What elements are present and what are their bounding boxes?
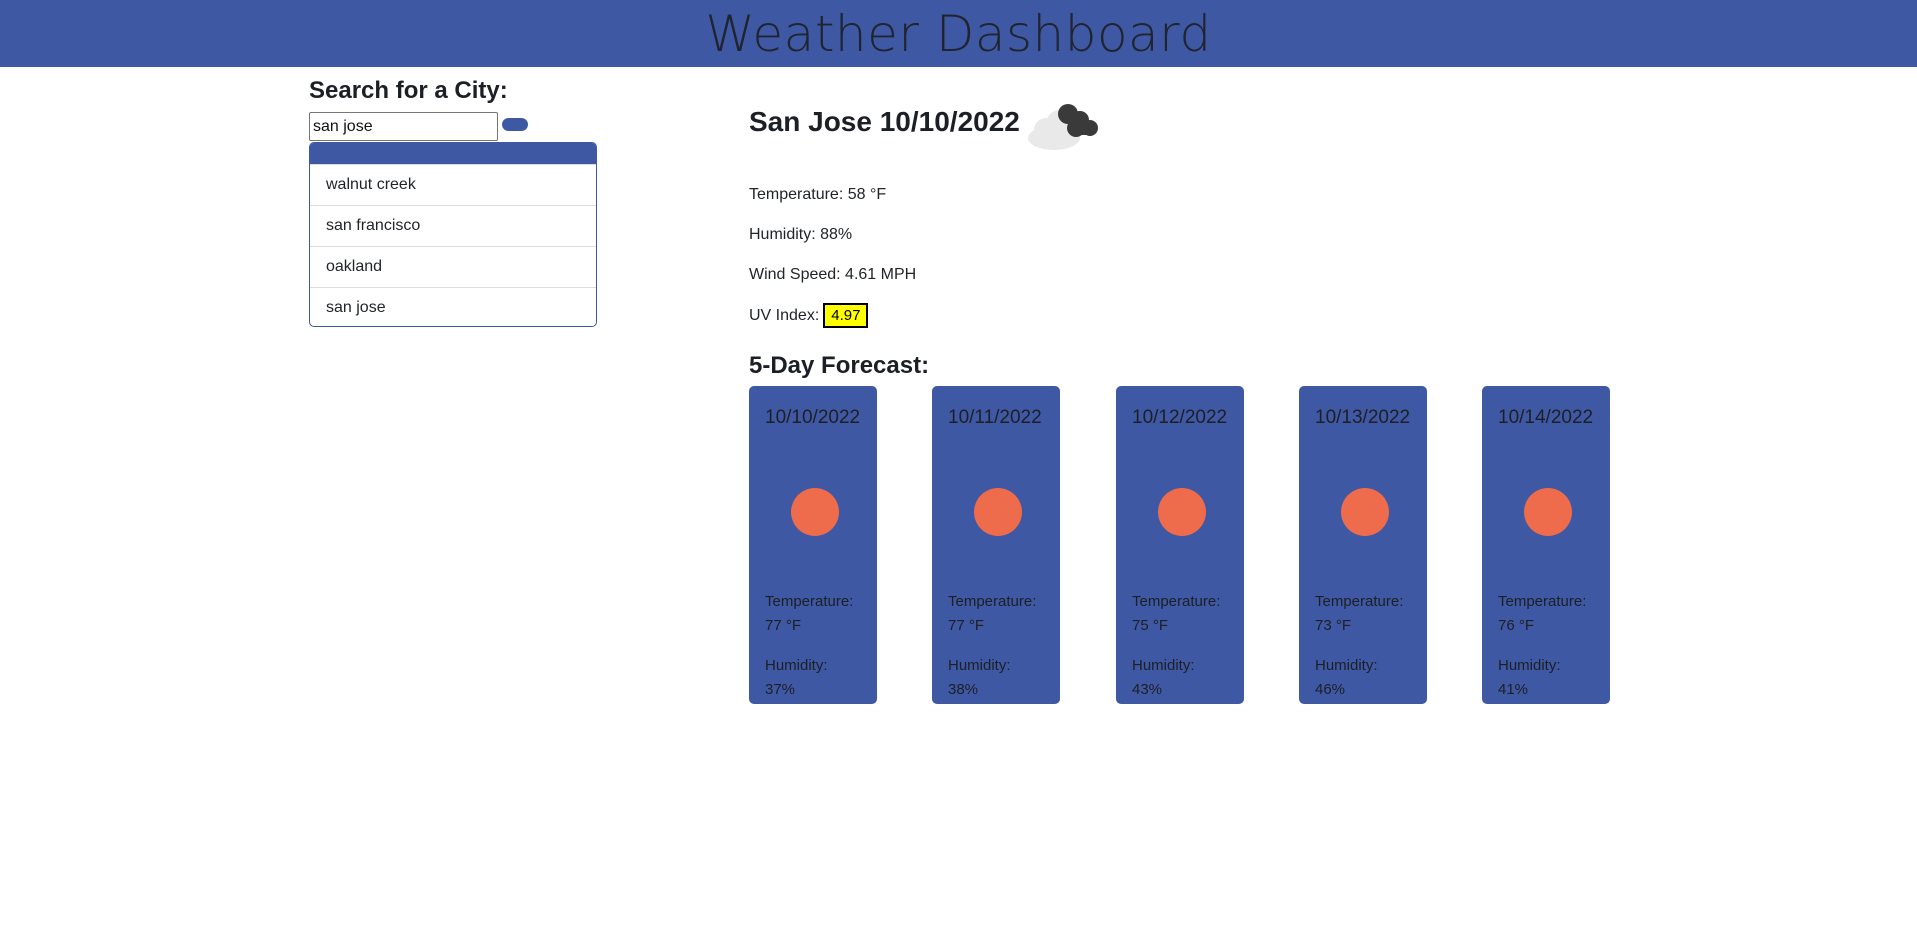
forecast-date: 10/11/2022 bbox=[948, 407, 1042, 428]
current-city-title: San Jose 10/10/2022 bbox=[749, 106, 1020, 137]
forecast-temperature-value: 73 °F bbox=[1315, 617, 1352, 634]
forecast-temperature-label: Temperature: bbox=[1498, 593, 1587, 610]
forecast-card: 10/10/2022 Temperature: 77 °F Humidity: … bbox=[749, 386, 877, 704]
forecast-temperature: Temperature: 76 °F bbox=[1498, 590, 1594, 638]
forecast-temperature: Temperature: 77 °F bbox=[765, 590, 861, 638]
sun-icon bbox=[1341, 488, 1389, 536]
forecast-humidity-label: Humidity: bbox=[1498, 657, 1561, 674]
search-title: Search for a City: bbox=[309, 77, 508, 104]
forecast-date: 10/14/2022 bbox=[1498, 407, 1594, 428]
forecast-temperature-label: Temperature: bbox=[1315, 593, 1404, 610]
sun-icon bbox=[1158, 488, 1206, 536]
uv-index-badge: 4.97 bbox=[823, 303, 869, 328]
forecast-humidity-value: 38% bbox=[948, 681, 979, 698]
sun-icon bbox=[791, 488, 839, 536]
forecast-humidity-label: Humidity: bbox=[1315, 657, 1378, 674]
forecast-humidity: Humidity: 43% bbox=[1132, 654, 1228, 702]
forecast-card: 10/14/2022 Temperature: 76 °F Humidity: … bbox=[1482, 386, 1610, 704]
forecast-temperature-value: 76 °F bbox=[1498, 617, 1535, 634]
forecast-humidity: Humidity: 46% bbox=[1315, 654, 1411, 702]
current-temperature: Temperature: 58 °F bbox=[749, 186, 887, 203]
search-history-header bbox=[310, 143, 596, 164]
forecast-card: 10/11/2022 Temperature: 77 °F Humidity: … bbox=[932, 386, 1060, 704]
history-item-san-francisco[interactable]: san francisco bbox=[310, 205, 596, 246]
forecast-temperature: Temperature: 77 °F bbox=[948, 590, 1044, 638]
forecast-humidity-label: Humidity: bbox=[1132, 657, 1195, 674]
page-title: Weather Dashboard bbox=[705, 4, 1212, 63]
forecast-humidity-label: Humidity: bbox=[765, 657, 828, 674]
forecast-humidity-label: Humidity: bbox=[948, 657, 1011, 674]
current-wind-speed: Wind Speed: 4.61 MPH bbox=[749, 266, 917, 283]
history-item-oakland[interactable]: oakland bbox=[310, 246, 596, 287]
forecast-humidity-value: 46% bbox=[1315, 681, 1346, 698]
forecast-date: 10/12/2022 bbox=[1132, 407, 1228, 428]
forecast-temperature-label: Temperature: bbox=[765, 593, 854, 610]
forecast-date: 10/10/2022 bbox=[765, 407, 861, 428]
history-item-walnut-creek[interactable]: walnut creek bbox=[310, 164, 596, 205]
forecast-humidity-value: 37% bbox=[765, 681, 796, 698]
forecast-temperature-label: Temperature: bbox=[948, 593, 1037, 610]
current-humidity: Humidity: 88% bbox=[749, 226, 853, 243]
current-uv-index: UV Index: 4.97 bbox=[749, 303, 869, 328]
clouds-icon bbox=[1028, 104, 1098, 150]
forecast-temperature-value: 77 °F bbox=[948, 617, 985, 634]
search-button[interactable] bbox=[502, 118, 528, 131]
forecast-title: 5-Day Forecast: bbox=[749, 352, 930, 379]
page-header: Weather Dashboard bbox=[0, 0, 1917, 67]
forecast-humidity: Humidity: 38% bbox=[948, 654, 1044, 702]
forecast-humidity: Humidity: 37% bbox=[765, 654, 861, 702]
forecast-humidity: Humidity: 41% bbox=[1498, 654, 1594, 702]
sun-icon bbox=[974, 488, 1022, 536]
forecast-temperature-value: 75 °F bbox=[1132, 617, 1169, 634]
uv-index-label: UV Index: bbox=[749, 307, 820, 324]
sun-icon bbox=[1524, 488, 1572, 536]
forecast-temperature-label: Temperature: bbox=[1132, 593, 1221, 610]
forecast-date: 10/13/2022 bbox=[1315, 407, 1411, 428]
forecast-humidity-value: 43% bbox=[1132, 681, 1163, 698]
forecast-humidity-value: 41% bbox=[1498, 681, 1529, 698]
forecast-card: 10/12/2022 Temperature: 75 °F Humidity: … bbox=[1116, 386, 1244, 704]
search-history-list: walnut creek san francisco oakland san j… bbox=[309, 142, 597, 327]
history-item-san-jose[interactable]: san jose bbox=[310, 287, 596, 326]
forecast-temperature-value: 77 °F bbox=[765, 617, 802, 634]
forecast-temperature: Temperature: 73 °F bbox=[1315, 590, 1411, 638]
city-search-input[interactable] bbox=[309, 112, 498, 141]
forecast-card: 10/13/2022 Temperature: 73 °F Humidity: … bbox=[1299, 386, 1427, 704]
forecast-temperature: Temperature: 75 °F bbox=[1132, 590, 1228, 638]
